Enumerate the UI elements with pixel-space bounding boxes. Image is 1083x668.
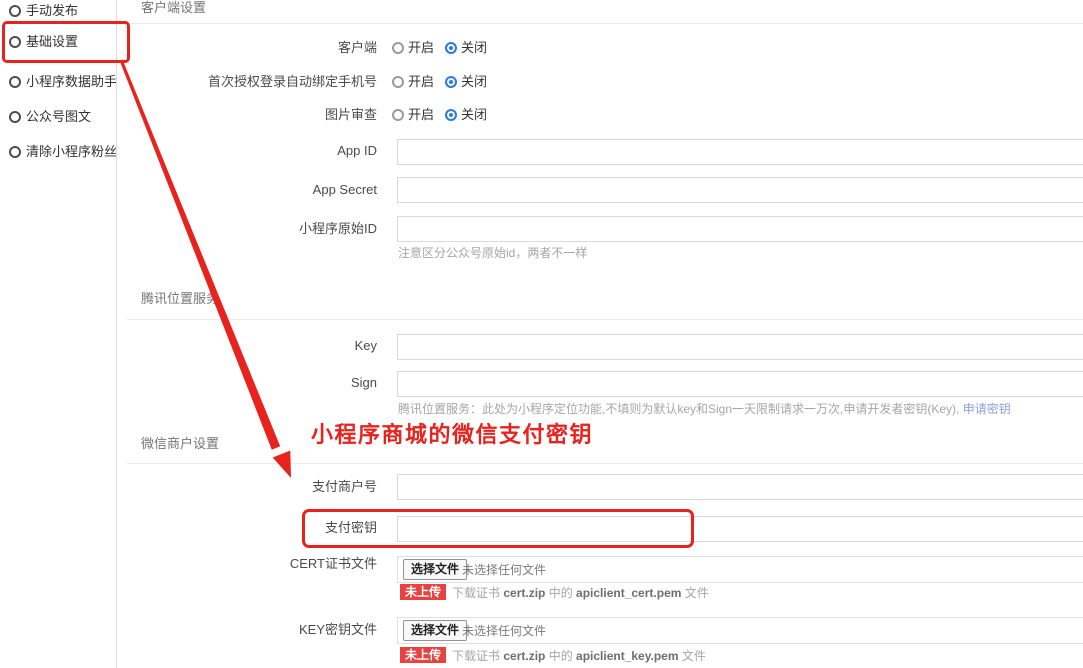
sidebar-item-label: 公众号图文 [26,109,91,125]
hint-text: 下载证书 [452,649,503,663]
hint-filename: cert.zip [503,649,545,663]
field-label-appsecret: App Secret [130,182,377,198]
sidebar-item-official-account-articles[interactable]: 公众号图文 [0,109,116,125]
hint-text: 文件 [679,649,706,663]
not-uploaded-badge: 未上传 [400,584,446,600]
sidebar-item-label: 清除小程序粉丝 [26,144,117,160]
location-sign-input[interactable] [397,371,1083,397]
sidebar-item-clear-miniprogram-fans[interactable]: 清除小程序粉丝 [0,144,116,160]
section-title-wechat-merchant: 微信商户设置 [141,437,219,451]
field-label-cert-file: CERT证书文件 [130,556,377,572]
section-divider [127,319,1083,320]
location-hint-text: 腾讯位置服务：此处为小程序定位功能,不填则为默认key和Sign一天限制请求一万… [398,402,963,416]
circle-bullet-icon [9,146,21,158]
not-uploaded-badge: 未上传 [400,647,446,663]
sidebar-divider [116,0,117,668]
sidebar-item-label: 基础设置 [26,34,78,50]
circle-bullet-icon [9,76,21,88]
field-label-client: 客户端 [130,40,377,56]
radio-option-open[interactable]: 开启 [392,40,434,56]
radio-option-open[interactable]: 开启 [392,107,434,123]
field-label-key-file: KEY密钥文件 [130,622,377,638]
section-title-tencent-location: 腾讯位置服务 [141,292,219,306]
radio-option-closed[interactable]: 关闭 [445,40,487,56]
hint-text: 下载证书 [452,586,503,600]
field-label-auto-bind-phone: 首次授权登录自动绑定手机号 [130,74,377,90]
circle-bullet-icon [9,5,21,17]
section-title-client-settings: 客户端设置 [141,1,206,15]
radio-selected-icon [445,42,457,54]
radio-option-closed[interactable]: 关闭 [445,74,487,90]
appsecret-input[interactable] [397,177,1083,203]
field-label-appid: App ID [130,143,377,159]
field-label-original-id: 小程序原始ID [130,221,377,237]
pay-key-input[interactable] [397,516,1083,542]
radio-group-image-review: 开启 关闭 [392,107,498,123]
circle-bullet-icon [9,111,21,123]
red-annotation-text: 小程序商城的微信支付密钥 [311,422,593,448]
hint-text: 中的 [545,649,576,663]
field-label-sign: Sign [130,375,377,391]
key-file-input[interactable]: 选择文件 未选择任何文件 [397,617,1083,644]
pay-merchant-id-input[interactable] [397,474,1083,500]
hint-text: 文件 [681,586,708,600]
location-service-hint: 腾讯位置服务：此处为小程序定位功能,不填则为默认key和Sign一天限制请求一万… [398,402,1011,416]
radio-group-auto-bind-phone: 开启 关闭 [392,74,498,90]
cert-file-input[interactable]: 选择文件 未选择任何文件 [397,556,1083,583]
sidebar-item-manual-publish[interactable]: 手动发布 [0,3,116,19]
no-file-chosen-text: 未选择任何文件 [462,624,546,638]
sidebar-item-basic-settings[interactable]: 基础设置 [0,34,116,50]
radio-option-open[interactable]: 开启 [392,74,434,90]
radio-unselected-icon [392,109,404,121]
radio-selected-icon [445,109,457,121]
sidebar-item-label: 小程序数据助手 [26,74,117,90]
field-label-pay-key: 支付密钥 [130,520,377,536]
choose-file-button[interactable]: 选择文件 [403,559,467,580]
field-label-image-review: 图片审查 [130,107,377,123]
location-key-input[interactable] [397,334,1083,360]
original-id-hint: 注意区分公众号原始id，两者不一样 [398,246,587,260]
radio-unselected-icon [392,76,404,88]
field-label-key: Key [130,338,377,354]
choose-file-button[interactable]: 选择文件 [403,620,467,641]
sidebar-item-label: 手动发布 [26,3,78,19]
radio-group-client: 开启 关闭 [392,40,498,56]
key-file-hint: 下载证书 cert.zip 中的 apiclient_key.pem 文件 [452,649,706,663]
section-divider [127,463,1083,464]
hint-text: 中的 [545,586,576,600]
no-file-chosen-text: 未选择任何文件 [462,563,546,577]
hint-filename: apiclient_key.pem [576,649,679,663]
section-divider [127,23,1083,24]
sidebar: 手动发布 基础设置 小程序数据助手 公众号图文 清除小程序粉丝 [0,0,116,668]
radio-unselected-icon [392,42,404,54]
radio-option-closed[interactable]: 关闭 [445,107,487,123]
sidebar-item-miniprogram-data-helper[interactable]: 小程序数据助手 [0,74,116,90]
circle-bullet-icon [9,36,21,48]
apply-key-link[interactable]: 申请密钥 [963,402,1011,416]
hint-filename: cert.zip [503,586,545,600]
radio-selected-icon [445,76,457,88]
field-label-pay-merchant-id: 支付商户号 [130,479,377,495]
appid-input[interactable] [397,139,1083,165]
original-id-input[interactable] [397,216,1083,242]
hint-filename: apiclient_cert.pem [576,586,681,600]
cert-file-hint: 下载证书 cert.zip 中的 apiclient_cert.pem 文件 [452,586,709,600]
